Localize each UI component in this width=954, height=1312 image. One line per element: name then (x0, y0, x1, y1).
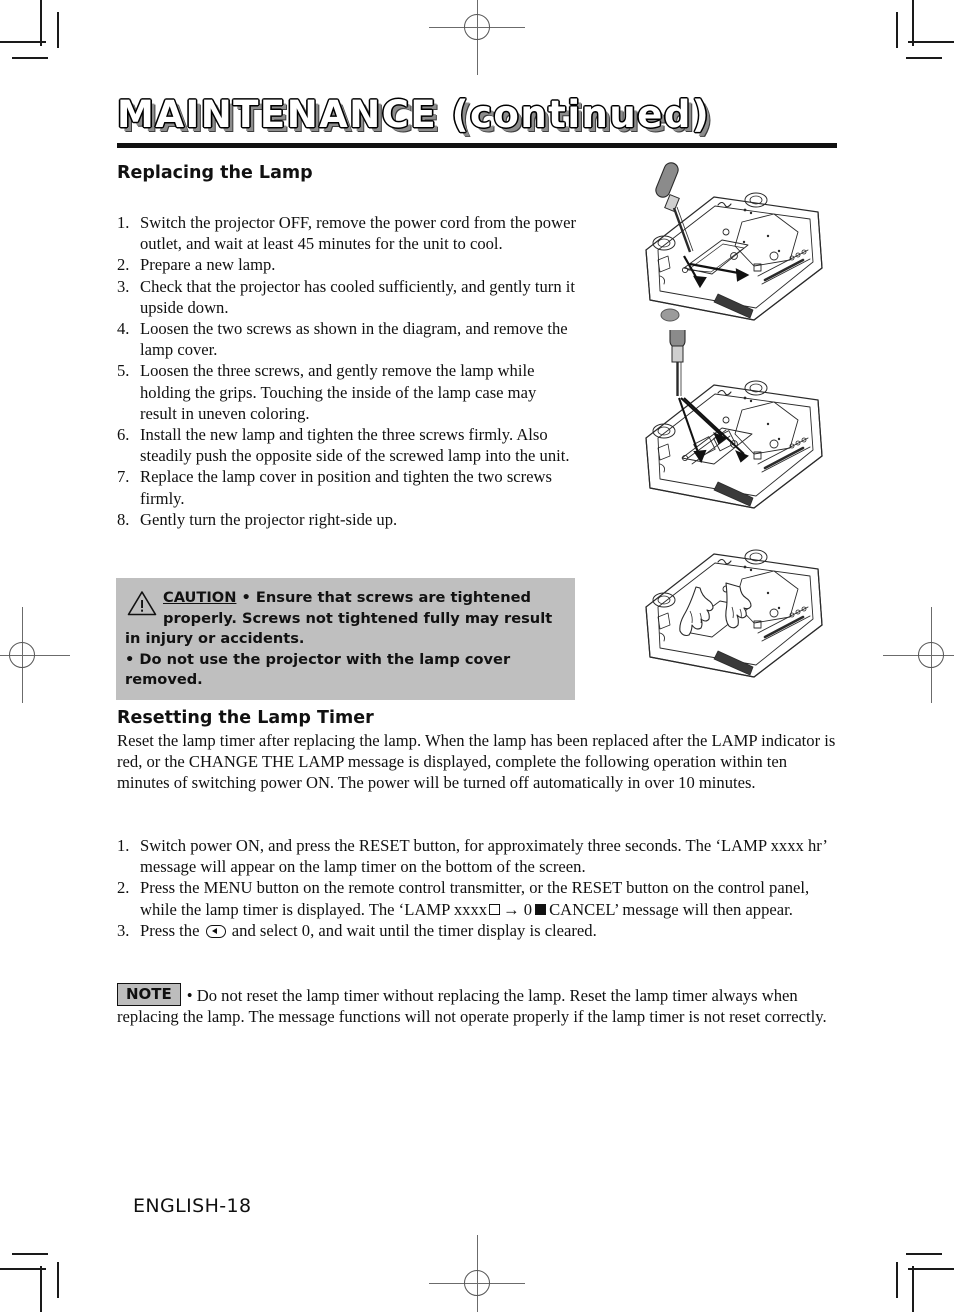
step-number: 8. (117, 509, 130, 529)
title-divider (117, 143, 837, 148)
step-number: 2. (117, 878, 130, 898)
crop-mark-bottom-right-v (896, 1262, 898, 1298)
heading-resetting-the-lamp-timer: Resetting the Lamp Timer (117, 708, 374, 728)
crop-mark-bottom-left-corner-v (40, 1266, 42, 1312)
figure-projector-bottom-lamp-removal-hands (622, 545, 842, 722)
document-page: MAINTENANCE (continued) Replacing the La… (0, 0, 954, 1312)
figure-projector-bottom-lamp-cover-screws (622, 160, 842, 330)
list-item: 7. Replace the lamp cover in position an… (117, 466, 577, 508)
caution-box: CAUTION • Ensure that screws are tighten… (116, 578, 575, 700)
step-text: Loosen the three screws, and gently remo… (140, 361, 537, 423)
warning-triangle-icon (127, 590, 157, 623)
crop-mark-bottom-left-h (12, 1253, 48, 1255)
step-text: Replace the lamp cover in position and t… (140, 467, 552, 508)
crop-mark-top-right-v (896, 12, 898, 48)
step-text: Switch power ON, and press the RESET but… (140, 836, 827, 877)
crop-mark-bottom-left-corner-h (0, 1268, 46, 1270)
step-number: 3. (117, 276, 130, 296)
step-number: 4. (117, 319, 130, 339)
list-item: 3. Check that the projector has cooled s… (117, 276, 577, 318)
step-number: 5. (117, 361, 130, 381)
note-block: NOTE • Do not reset the lamp timer withou… (117, 983, 842, 1027)
step-text-part-b: and select 0, and wait until the timer d… (231, 920, 597, 940)
page-title-block: MAINTENANCE (continued) (117, 96, 857, 133)
step-text: Loosen the two screws as shown in the di… (140, 319, 568, 360)
left-arrow-button-icon (205, 924, 226, 938)
list-item: 2. Prepare a new lamp. (117, 254, 577, 275)
heading-replacing-the-lamp: Replacing the Lamp (117, 163, 313, 183)
crop-mark-top-right-corner-v (912, 0, 914, 46)
step-text: Switch the projector OFF, remove the pow… (140, 213, 576, 254)
crop-mark-top-left-corner-h (0, 41, 46, 43)
figure-projector-bottom-lamp-three-screws (622, 307, 842, 530)
step-number: 6. (117, 425, 130, 445)
list-item: 8. Gently turn the projector right-side … (117, 509, 577, 530)
crop-mark-bottom-right-corner-v (912, 1266, 914, 1312)
crop-mark-top-right-h (906, 57, 942, 59)
step-text: Install the new lamp and tighten the thr… (140, 425, 570, 466)
list-item: 2. Press the MENU button on the remote c… (117, 877, 842, 919)
list-item: 4. Loosen the two screws as shown in the… (117, 318, 577, 360)
resetting-intro-paragraph: Reset the lamp timer after replacing the… (117, 731, 836, 793)
step-text: Gently turn the projector right-side up. (140, 509, 398, 529)
caution-label: CAUTION (163, 589, 237, 606)
caution-text-block: CAUTION • Ensure that screws are tighten… (125, 588, 566, 691)
crop-mark-top-left-v (57, 12, 59, 48)
open-square-icon (489, 903, 501, 915)
step-number: 3. (117, 920, 130, 940)
note-text: • Do not reset the lamp timer without re… (117, 986, 827, 1027)
note-badge: NOTE (117, 983, 181, 1006)
list-item: 6. Install the new lamp and tighten the … (117, 424, 577, 466)
page-title: MAINTENANCE (continued) (117, 93, 711, 136)
list-item: 1. Switch the projector OFF, remove the … (117, 212, 577, 254)
step-text-part-a: Press the (140, 920, 200, 940)
crop-mark-bottom-right-h (906, 1253, 942, 1255)
page-footer: ENGLISH-18 (133, 1195, 252, 1217)
crop-mark-top-right-corner-h (908, 41, 954, 43)
filled-square-icon (535, 903, 547, 915)
step-number: 2. (117, 255, 130, 275)
list-item: 5. Loosen the three screws, and gently r… (117, 360, 577, 424)
zero-value: 0 (523, 899, 533, 919)
step-text: Prepare a new lamp. (140, 255, 276, 275)
resetting-steps-list: 1. Switch power ON, and press the RESET … (117, 835, 842, 941)
crop-mark-top-left-corner-v (40, 0, 42, 46)
step-text-part-b: CANCEL’ message will then appear. (549, 899, 793, 919)
replacing-steps-list: 1. Switch the projector OFF, remove the … (117, 212, 577, 530)
arrow-glyph: → (503, 899, 520, 919)
list-item: 1. Switch power ON, and press the RESET … (117, 835, 842, 877)
caution-line-2: • Do not use the projector with the lamp… (125, 650, 511, 689)
list-item: 3. Press the and select 0, and wait unti… (117, 920, 842, 941)
step-text: Check that the projector has cooled suff… (140, 276, 576, 317)
crop-mark-top-left-h (12, 57, 48, 59)
step-number: 7. (117, 467, 130, 487)
step-number: 1. (117, 836, 130, 855)
crop-mark-bottom-right-corner-h (908, 1268, 954, 1270)
step-number: 1. (117, 213, 130, 232)
crop-mark-bottom-left-v (57, 1262, 59, 1298)
